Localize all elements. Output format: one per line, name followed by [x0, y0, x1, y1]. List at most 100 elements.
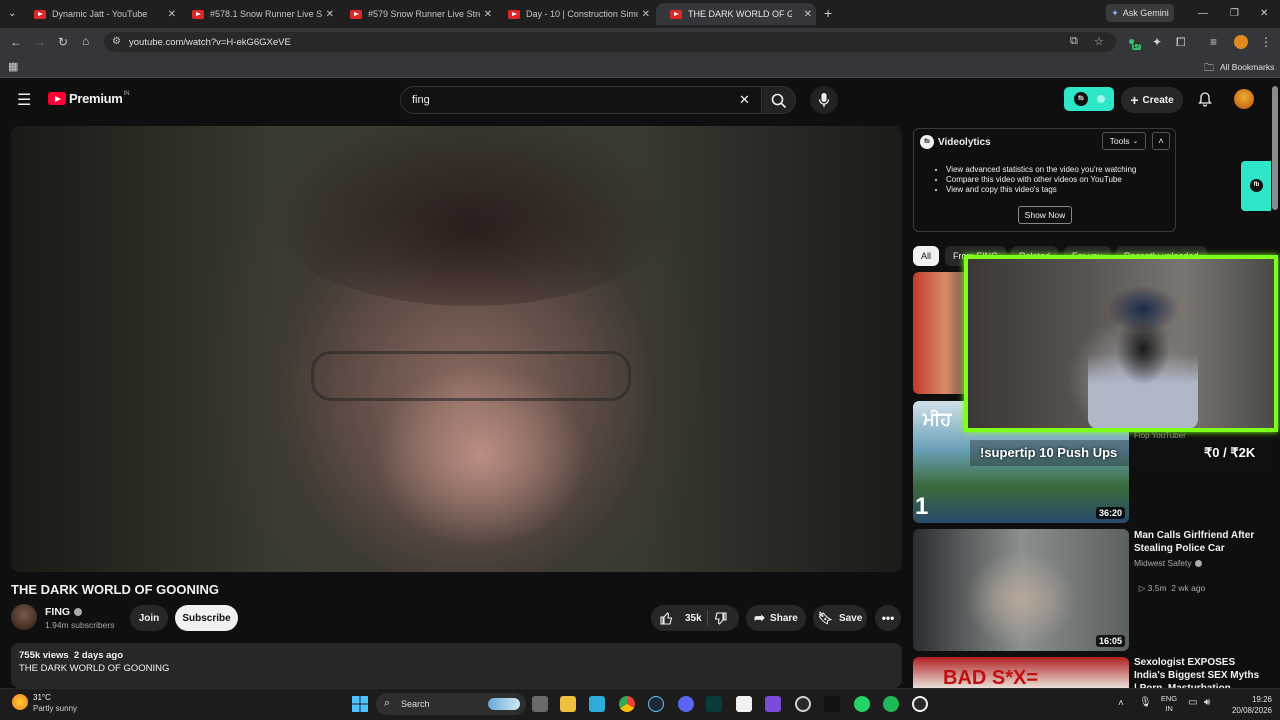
media-control-icon[interactable]: ≡	[1210, 36, 1217, 48]
obs-icon[interactable]	[795, 696, 811, 712]
microphone-tray-icon[interactable]: 🎙︎	[1139, 697, 1152, 708]
close-tab-icon[interactable]: ✕	[168, 9, 176, 20]
browser-app-icon[interactable]	[912, 696, 928, 712]
tiktok-icon[interactable]	[824, 696, 840, 712]
video-frame-glasses	[311, 351, 631, 401]
profile-avatar-icon[interactable]	[1234, 35, 1248, 49]
url-text[interactable]: youtube.com/watch?v=H-ekG6GXeVE	[129, 37, 291, 48]
all-bookmarks-link[interactable]: All Bookmarks	[1220, 62, 1274, 72]
account-avatar[interactable]	[1234, 89, 1254, 109]
minimize-window-icon[interactable]: —	[1198, 8, 1208, 20]
file-explorer-icon[interactable]	[560, 696, 576, 712]
chrome-menu-icon[interactable]: ⋮	[1260, 36, 1272, 48]
description-box[interactable]: 755k views 2 days ago THE DARK WORLD OF …	[11, 643, 902, 688]
clock[interactable]: 19:26 20/08/2026	[1222, 694, 1272, 716]
show-now-button[interactable]: Show Now	[1018, 206, 1072, 224]
hamburger-menu-icon[interactable]: ☰	[17, 90, 31, 110]
close-window-icon[interactable]: ✕	[1260, 8, 1268, 20]
browser-tab-5-active[interactable]: THE DARK WORLD OF GOONING ✕	[656, 3, 816, 25]
search-button[interactable]	[762, 86, 796, 114]
share-button[interactable]: ➦ Share	[746, 605, 806, 631]
restore-window-icon[interactable]: ❐	[1230, 8, 1239, 20]
create-button[interactable]: + Create	[1121, 87, 1183, 113]
close-tab-icon[interactable]: ✕	[326, 9, 334, 20]
sparkle-extension-icon[interactable]: ✦	[1152, 36, 1162, 48]
like-button[interactable]: 35k	[651, 605, 706, 631]
back-arrow-icon[interactable]: ←	[10, 36, 22, 48]
tab-search-chevron-icon[interactable]: ⌄	[8, 8, 16, 20]
terminal-icon[interactable]	[706, 696, 722, 712]
save-button[interactable]: 🔖︎ Save	[813, 605, 867, 631]
related-video-title[interactable]: Man Calls Girlfriend After Stealing Poli…	[1134, 529, 1264, 555]
related-video-thumbnail-3[interactable]: BAD S*X=	[913, 657, 1129, 688]
steam-icon[interactable]	[648, 696, 664, 712]
more-actions-button[interactable]: •••	[875, 605, 901, 631]
page-scrollbar[interactable]	[1272, 86, 1278, 210]
volume-tray-icon[interactable]: 🔊︎	[1204, 697, 1210, 708]
tip-goal-text: ₹0 / ₹2K	[1204, 445, 1256, 460]
ask-gemini-button[interactable]: ✦ Ask Gemini	[1106, 4, 1174, 22]
close-tab-icon[interactable]: ✕	[804, 9, 812, 20]
thumbs-down-icon[interactable]	[714, 612, 728, 626]
clear-search-icon[interactable]: ✕	[739, 92, 750, 108]
language-indicator[interactable]: ENG IN	[1159, 694, 1179, 714]
browser-tab-4[interactable]: Day - 10 | Construction Simulator ✕	[494, 3, 654, 25]
install-app-icon[interactable]: ⧉	[1070, 35, 1078, 48]
tools-dropdown[interactable]: Tools ⌄	[1102, 132, 1146, 150]
task-view-icon[interactable]	[532, 696, 548, 712]
feature-item: Compare this video with other videos on …	[946, 175, 1136, 185]
voice-search-button[interactable]	[810, 86, 838, 114]
site-info-icon[interactable]: ⚙	[112, 36, 121, 47]
folder-icon: 🗀	[1204, 63, 1214, 74]
reload-icon[interactable]: ↻	[58, 36, 68, 48]
logo-text: Premium	[69, 91, 123, 106]
join-button[interactable]: Join	[130, 605, 168, 631]
capcut-icon[interactable]	[736, 696, 752, 712]
new-tab-button[interactable]: +	[824, 6, 832, 20]
notepad-icon[interactable]	[589, 696, 605, 712]
apps-grid-icon[interactable]: ▦	[8, 61, 18, 73]
search-query-text[interactable]: fing	[412, 94, 430, 106]
taskbar-search-box[interactable]: ⌕ Search	[376, 693, 526, 715]
channel-name[interactable]: FING	[45, 606, 83, 618]
browser-tab-1[interactable]: Dynamic Jatt - YouTube ✕	[20, 3, 180, 25]
chip-all[interactable]: All	[913, 246, 940, 266]
search-input[interactable]: fing ✕	[400, 86, 762, 114]
youtube-logo[interactable]: Premium IN	[48, 91, 130, 106]
videolytics-panel-logo-icon: fb	[920, 135, 934, 149]
videolytics-side-tab[interactable]: fb	[1241, 161, 1271, 211]
tray-chevron-up-icon[interactable]: ˄	[1118, 698, 1124, 709]
extensions-puzzle-icon[interactable]: ⧠	[1176, 36, 1186, 48]
thumbnail-overlay-text: ਮੀਹ	[923, 409, 952, 429]
bookmark-star-icon[interactable]: ☆	[1094, 35, 1104, 48]
notifications-bell-icon[interactable]	[1197, 91, 1213, 107]
close-tab-icon[interactable]: ✕	[642, 9, 650, 20]
chevron-up-icon: ˄	[1158, 136, 1164, 146]
youtube-play-logo-icon	[48, 92, 66, 105]
video-player[interactable]	[11, 126, 902, 572]
spotify-icon[interactable]	[883, 696, 899, 712]
apps-launcher-icon[interactable]	[765, 696, 781, 712]
related-video-channel: Midwest Safety	[1134, 557, 1202, 569]
discord-icon[interactable]	[678, 696, 694, 712]
browser-tab-3[interactable]: #579 Snow Runner Live Stream ✕	[336, 3, 496, 25]
related-video-title[interactable]: Sexologist EXPOSES India's Biggest SEX M…	[1134, 656, 1264, 688]
forward-arrow-icon[interactable]: →	[34, 36, 46, 48]
collapse-panel-button[interactable]: ˄	[1152, 132, 1170, 150]
display-tray-icon[interactable]: ▭	[1188, 697, 1197, 708]
streamer-webcam-overlay	[964, 255, 1278, 432]
subscribe-button[interactable]: Subscribe	[175, 605, 238, 631]
chrome-icon[interactable]	[619, 696, 635, 712]
browser-tab-2[interactable]: #578.1 Snow Runner Live Stream ✕	[178, 3, 338, 25]
close-tab-icon[interactable]: ✕	[484, 9, 492, 20]
thumbnail-overlay-text: BAD S*X=	[943, 667, 1039, 688]
address-bar[interactable]: ⚙ youtube.com/watch?v=H-ekG6GXeVE ⧉ ☆	[104, 32, 1116, 52]
video-title: THE DARK WORLD OF GOONING	[11, 582, 219, 597]
whatsapp-icon[interactable]	[854, 696, 870, 712]
weather-widget[interactable]: 31°C Partly sunny	[12, 692, 92, 716]
videolytics-header-button[interactable]: fb	[1064, 87, 1114, 111]
related-video-thumbnail-2[interactable]: 16:05	[913, 529, 1129, 651]
home-icon[interactable]: ⌂	[82, 35, 89, 47]
windows-start-icon[interactable]	[352, 696, 368, 712]
channel-avatar[interactable]	[11, 604, 37, 630]
